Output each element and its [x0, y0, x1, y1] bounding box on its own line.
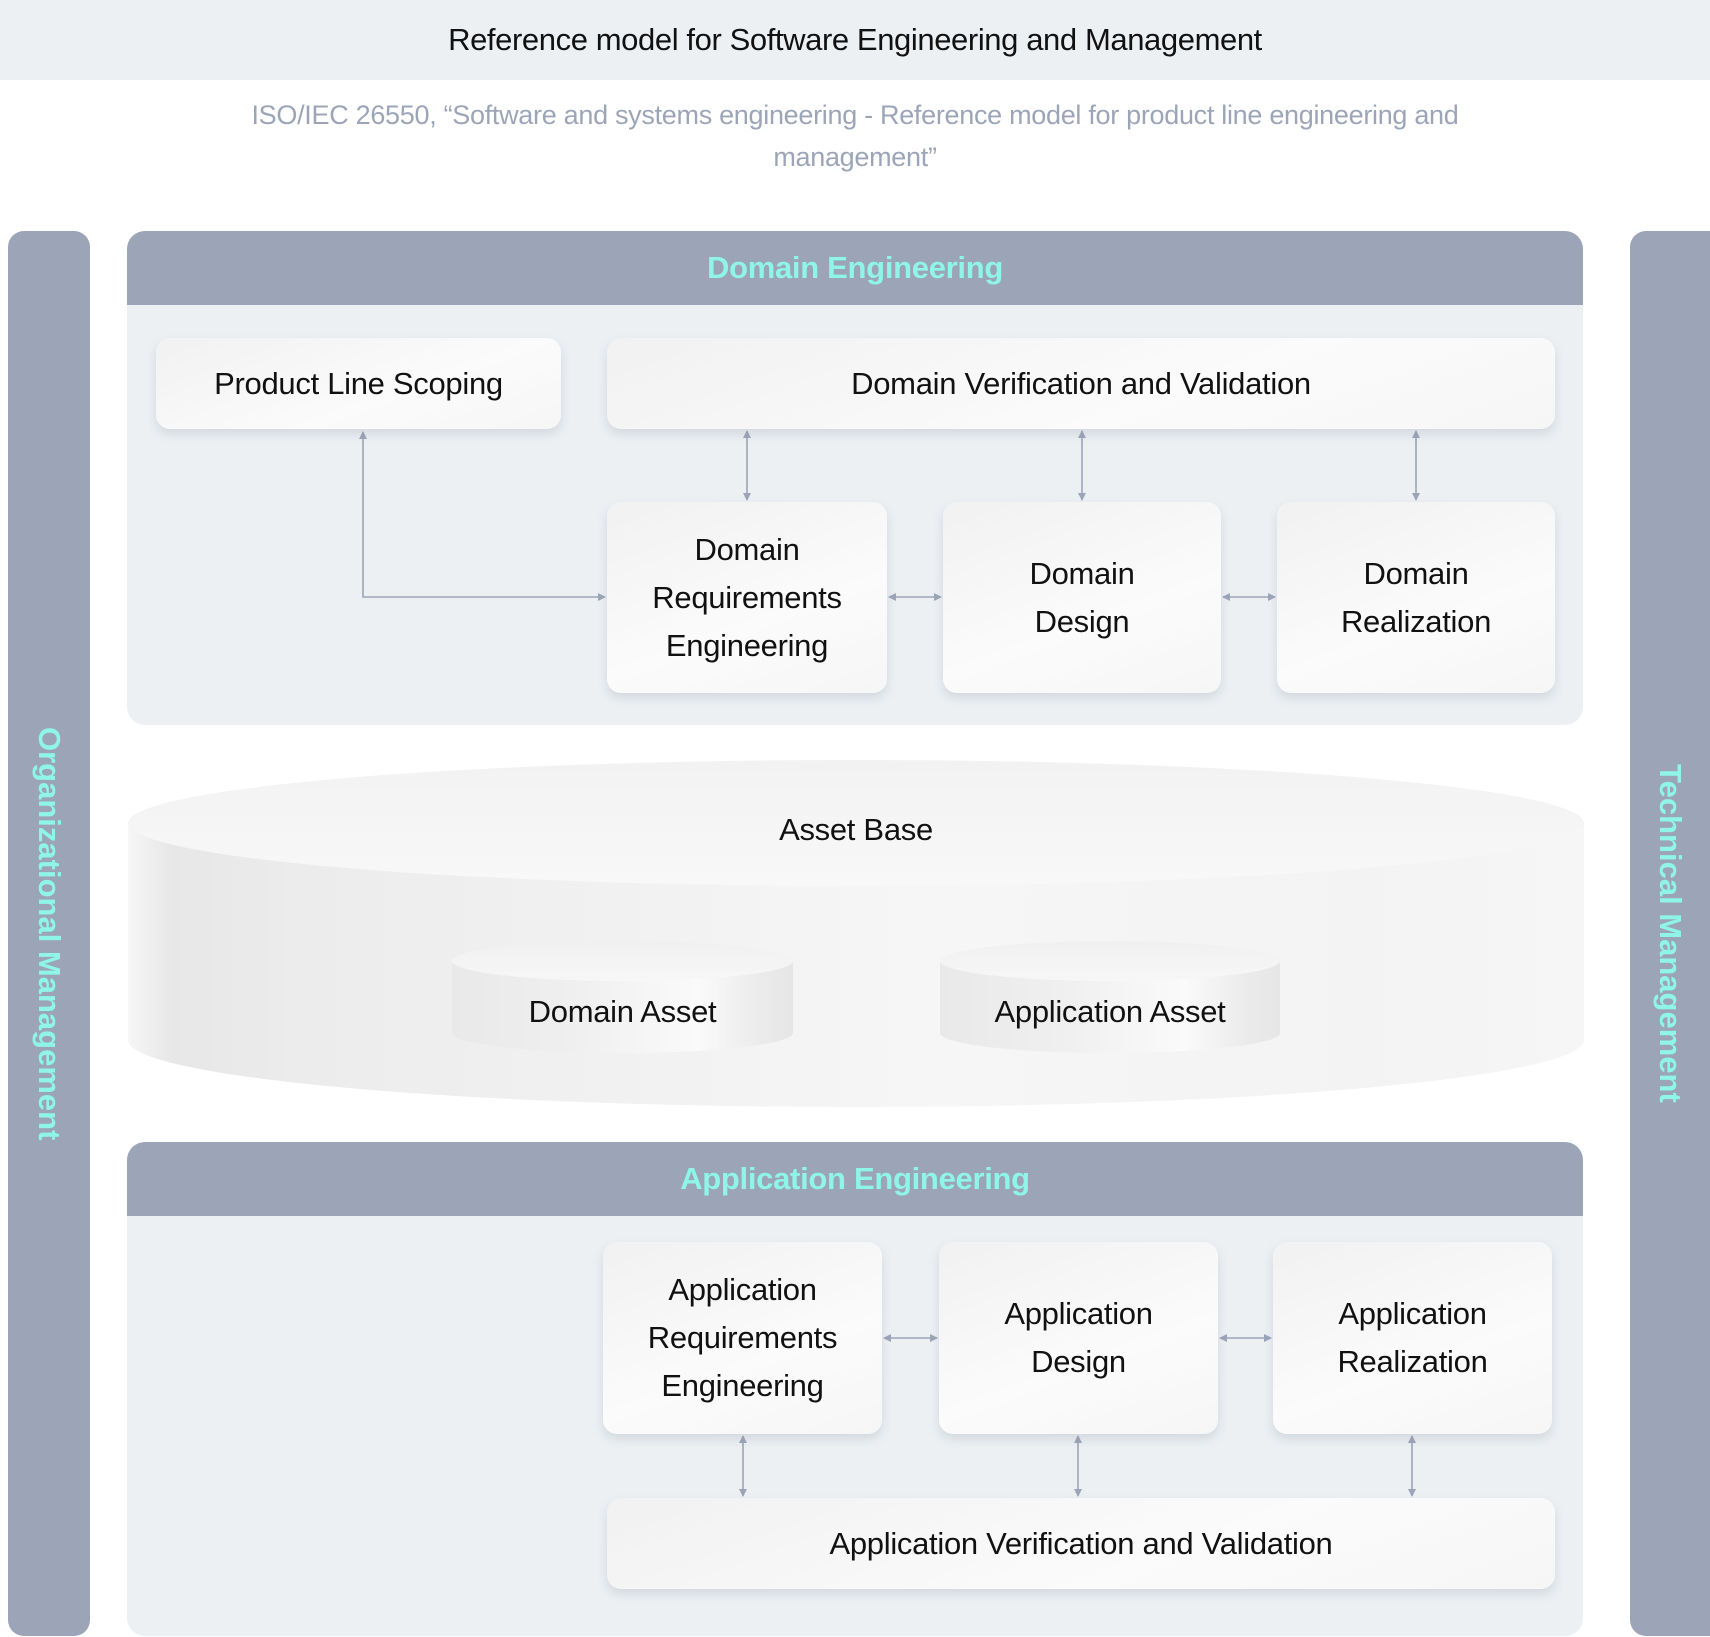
domain-requirements-engineering-box[interactable]: Domain Requirements Engineering [607, 502, 887, 693]
application-verification-validation-box[interactable]: Application Verification and Validation [607, 1498, 1555, 1589]
domain-verification-validation-box[interactable]: Domain Verification and Validation [607, 338, 1555, 429]
domain-realization-box[interactable]: Domain Realization [1277, 502, 1555, 693]
asset-base-label: Asset Base [779, 812, 933, 847]
application-asset-cylinder-top [940, 941, 1280, 981]
application-design-box[interactable]: Application Design [939, 1242, 1218, 1434]
application-asset-label: Application Asset [994, 994, 1226, 1029]
domain-design-box[interactable]: Domain Design [943, 502, 1221, 693]
application-realization-box[interactable]: Application Realization [1273, 1242, 1552, 1434]
domain-asset-cylinder-top [452, 941, 793, 981]
product-line-scoping-box[interactable]: Product Line Scoping [156, 338, 561, 429]
application-requirements-engineering-box[interactable]: Application Requirements Engineering [603, 1242, 882, 1434]
domain-asset-label: Domain Asset [528, 994, 717, 1029]
